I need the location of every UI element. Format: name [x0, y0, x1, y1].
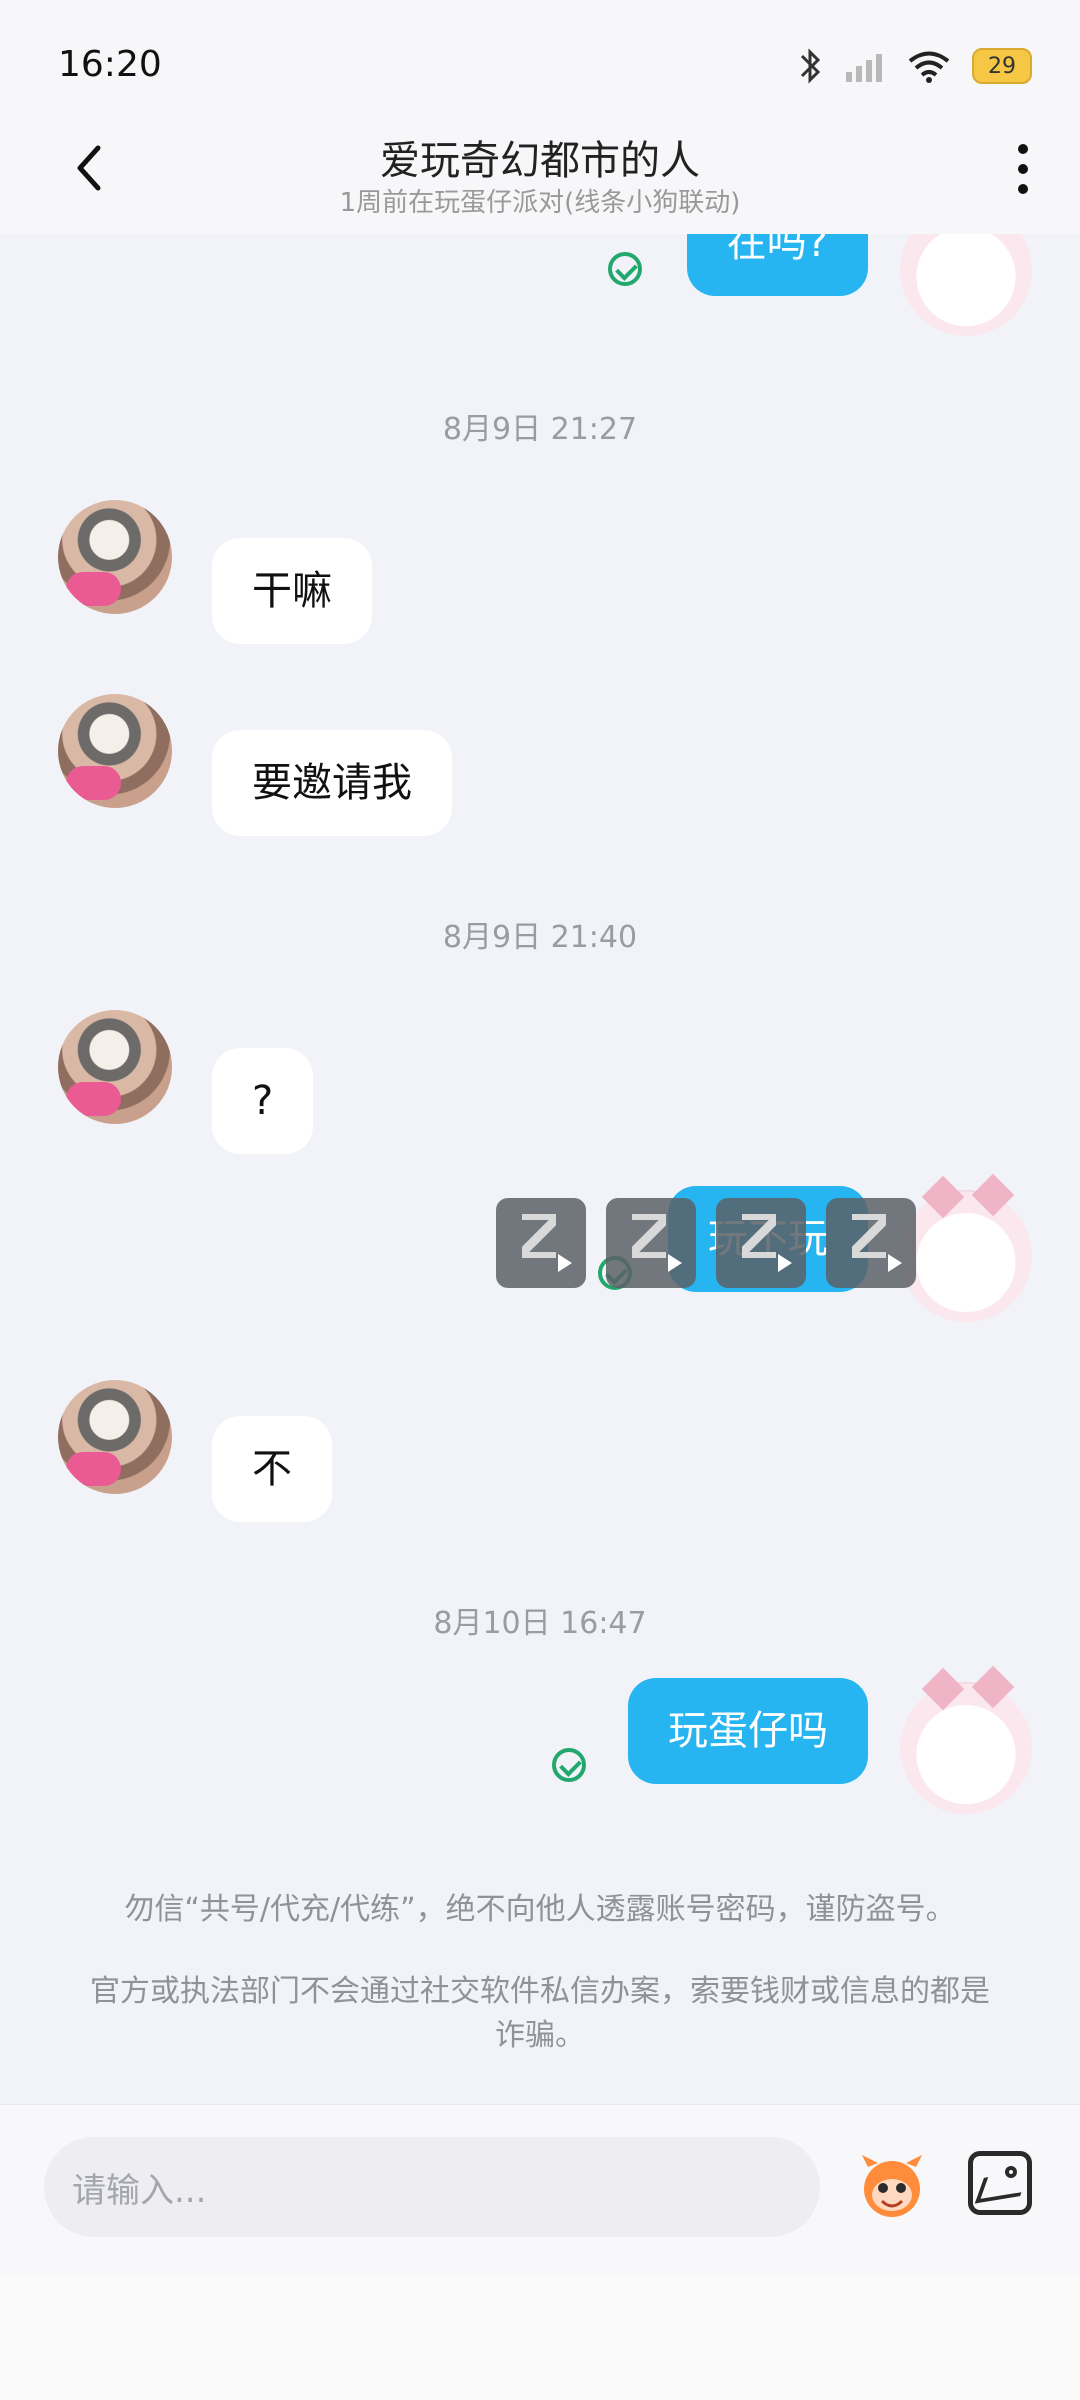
message-timestamp: 8月9日 21:27	[442, 412, 638, 447]
message-bubble-outgoing[interactable]: 玩蛋仔吗	[628, 1678, 868, 1784]
page-subtitle: 1周前在玩蛋仔派对(线条小狗联动)	[339, 188, 741, 218]
status-bar: 16:20 29	[0, 0, 1080, 110]
avatar[interactable]	[900, 234, 1032, 336]
avatar[interactable]	[58, 1380, 172, 1494]
security-notice: 勿信“共号/代充/代练”，绝不向他人透露账号密码，谨防盗号。	[124, 1892, 956, 1927]
avatar[interactable]	[58, 500, 172, 614]
status-time: 16:20	[58, 44, 162, 85]
signal-icon	[846, 54, 882, 82]
avatar[interactable]	[900, 1190, 1032, 1322]
bottom-area	[0, 2274, 1080, 2400]
fraud-notice: 官方或执法部门不会通过社交软件私信办案，索要钱财或信息的都是诈骗。	[90, 1974, 990, 2053]
more-options-icon[interactable]	[1008, 144, 1038, 204]
bluetooth-icon	[800, 48, 821, 84]
chat-list[interactable]: 在吗? 8月9日 21:27 干嘛 要邀请我 8月9日 21:40 ? 玩不玩 …	[0, 234, 1080, 2104]
avatar[interactable]	[58, 694, 172, 808]
battery-icon: 29	[972, 48, 1032, 84]
media-thumbnail[interactable]	[496, 1198, 586, 1288]
avatar[interactable]	[900, 1682, 1032, 1814]
message-input-bar: 请输入...	[0, 2104, 1080, 2275]
message-bubble-incoming[interactable]: 不	[212, 1416, 332, 1522]
read-check-icon	[552, 1748, 586, 1782]
message-input[interactable]: 请输入...	[44, 2137, 820, 2237]
page-title: 爱玩奇幻都市的人	[380, 138, 700, 184]
read-check-icon	[608, 252, 642, 286]
message-bubble-incoming[interactable]: ?	[212, 1048, 314, 1154]
image-icon[interactable]	[968, 2151, 1032, 2215]
wifi-icon	[908, 51, 950, 83]
chat-header: 爱玩奇幻都市的人 1周前在玩蛋仔派对(线条小狗联动)	[0, 110, 1080, 234]
avatar[interactable]	[58, 1010, 172, 1124]
media-thumbnail[interactable]	[716, 1198, 806, 1288]
emoji-icon[interactable]	[852, 2151, 932, 2223]
media-thumbnail[interactable]	[606, 1198, 696, 1288]
message-bubble-incoming[interactable]: 干嘛	[212, 538, 372, 644]
message-timestamp: 8月9日 21:40	[442, 920, 638, 955]
message-bubble-outgoing[interactable]: 在吗?	[686, 234, 868, 296]
status-icons: 29	[798, 44, 1032, 88]
media-thumbnail[interactable]	[826, 1198, 916, 1288]
message-timestamp: 8月10日 16:47	[433, 1606, 647, 1641]
message-bubble-incoming[interactable]: 要邀请我	[212, 730, 452, 836]
